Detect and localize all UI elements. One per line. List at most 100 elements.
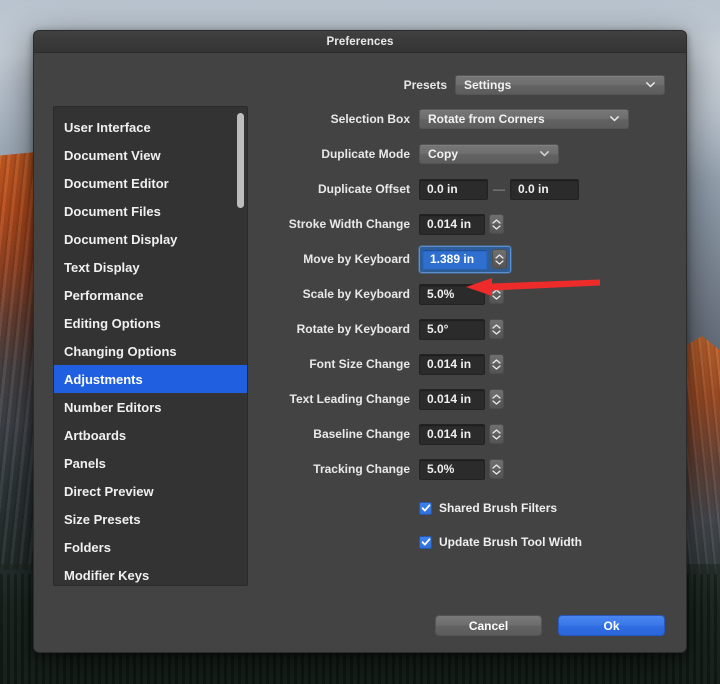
sidebar-item-document-editor[interactable]: Document Editor <box>54 169 247 197</box>
sidebar-item-text-display[interactable]: Text Display <box>54 253 247 281</box>
chevron-down-icon <box>492 470 501 475</box>
sidebar-item-folders[interactable]: Folders <box>54 533 247 561</box>
sidebar-item-number-editors[interactable]: Number Editors <box>54 393 247 421</box>
chevron-up-icon <box>492 324 501 329</box>
row-selection-box: Selection Box Rotate from Corners <box>268 106 665 132</box>
duplicate-offset-x-input[interactable]: 0.0 in <box>419 179 488 200</box>
chevron-down-icon <box>645 79 656 90</box>
selection-box-dropdown[interactable]: Rotate from Corners <box>419 109 629 129</box>
font-size-change-label: Font Size Change <box>268 357 410 371</box>
chevron-down-icon <box>492 225 501 230</box>
row-stroke-width-change: Stroke Width Change 0.014 in <box>268 211 665 237</box>
text-leading-change-label: Text Leading Change <box>268 392 410 406</box>
update-brush-tool-width-row[interactable]: Update Brush Tool Width <box>419 532 665 552</box>
chevron-down-icon <box>492 330 501 335</box>
selection-box-value: Rotate from Corners <box>428 112 545 126</box>
tracking-change-stepper[interactable] <box>489 459 504 479</box>
text-leading-change-stepper[interactable] <box>489 389 504 409</box>
row-move-by-keyboard: Move by Keyboard 1.389 in <box>268 246 665 272</box>
chevron-down-icon <box>609 113 620 124</box>
text-leading-change-input[interactable]: 0.014 in <box>419 389 485 410</box>
duplicate-offset-y-input[interactable]: 0.0 in <box>510 179 579 200</box>
sidebar-item-label: Folders <box>64 540 111 555</box>
stroke-width-change-stepper[interactable] <box>489 214 504 234</box>
presets-row: Presets Settings <box>34 75 686 95</box>
sidebar-item-modifier-keys[interactable]: Modifier Keys <box>54 561 247 586</box>
checkmark-icon <box>421 537 431 547</box>
sidebar-item-panels[interactable]: Panels <box>54 449 247 477</box>
rotate-by-keyboard-stepper[interactable] <box>489 319 504 339</box>
rotate-by-keyboard-input[interactable]: 5.0° <box>419 319 485 340</box>
shared-brush-filters-checkbox[interactable] <box>419 502 432 515</box>
ok-button[interactable]: Ok <box>558 615 665 636</box>
scale-by-keyboard-input[interactable]: 5.0% <box>419 284 485 305</box>
update-brush-tool-width-label: Update Brush Tool Width <box>439 535 582 549</box>
duplicate-mode-dropdown[interactable]: Copy <box>419 144 559 164</box>
baseline-change-value: 0.014 in <box>427 427 471 441</box>
selection-box-control: Rotate from Corners <box>419 109 629 129</box>
sidebar-item-document-files[interactable]: Document Files <box>54 197 247 225</box>
sidebar-item-direct-preview[interactable]: Direct Preview <box>54 477 247 505</box>
duplicate-mode-control: Copy <box>419 144 559 164</box>
sidebar-item-artboards[interactable]: Artboards <box>54 421 247 449</box>
chevron-down-icon <box>492 435 501 440</box>
duplicate-mode-label: Duplicate Mode <box>268 147 410 161</box>
sidebar-item-label: User Interface <box>64 120 151 135</box>
tracking-change-value: 5.0% <box>427 462 454 476</box>
row-baseline-change: Baseline Change 0.014 in <box>268 421 665 447</box>
offset-separator: — <box>488 182 510 196</box>
chevron-up-icon <box>492 429 501 434</box>
cancel-button-label: Cancel <box>469 619 508 633</box>
row-scale-by-keyboard: Scale by Keyboard 5.0% <box>268 281 665 307</box>
sidebar-item-document-display[interactable]: Document Display <box>54 225 247 253</box>
selection-box-label: Selection Box <box>268 112 410 126</box>
chevron-down-icon <box>492 295 501 300</box>
baseline-change-stepper[interactable] <box>489 424 504 444</box>
preferences-dialog: Preferences Presets Settings User Interf… <box>33 30 687 653</box>
scale-by-keyboard-label: Scale by Keyboard <box>268 287 410 301</box>
font-size-change-input[interactable]: 0.014 in <box>419 354 485 375</box>
desktop-background: Preferences Presets Settings User Interf… <box>0 0 720 684</box>
move-by-keyboard-control: 1.389 in <box>419 246 511 273</box>
sidebar-item-performance[interactable]: Performance <box>54 281 247 309</box>
sidebar-item-size-presets[interactable]: Size Presets <box>54 505 247 533</box>
chevron-up-icon <box>492 464 501 469</box>
cancel-button[interactable]: Cancel <box>435 615 542 636</box>
dialog-footer: Cancel Ok <box>34 615 686 636</box>
rotate-by-keyboard-value: 5.0° <box>427 322 448 336</box>
move-by-keyboard-stepper[interactable] <box>492 249 507 269</box>
row-duplicate-offset: Duplicate Offset 0.0 in — 0.0 in <box>268 176 665 202</box>
sidebar-scrollbar[interactable] <box>237 111 244 583</box>
preferences-category-list[interactable]: User Interface Document View Document Edit… <box>53 106 248 586</box>
rotate-by-keyboard-label: Rotate by Keyboard <box>268 322 410 336</box>
duplicate-offset-x-value: 0.0 in <box>427 182 458 196</box>
sidebar-item-user-interface[interactable]: User Interface <box>54 113 247 141</box>
scale-by-keyboard-stepper[interactable] <box>489 284 504 304</box>
sidebar-items: User Interface Document View Document Edit… <box>54 107 247 586</box>
scale-by-keyboard-value: 5.0% <box>427 287 454 301</box>
shared-brush-filters-row[interactable]: Shared Brush Filters <box>419 498 665 518</box>
stroke-width-change-input[interactable]: 0.014 in <box>419 214 485 235</box>
sidebar-scrollbar-thumb[interactable] <box>237 113 244 208</box>
sidebar-item-document-view[interactable]: Document View <box>54 141 247 169</box>
sidebar-item-label: Document Display <box>64 232 177 247</box>
chevron-up-icon <box>495 254 504 259</box>
stroke-width-change-label: Stroke Width Change <box>268 217 410 231</box>
update-brush-tool-width-checkbox[interactable] <box>419 536 432 549</box>
sidebar-item-label: Document Editor <box>64 176 169 191</box>
tracking-change-input[interactable]: 5.0% <box>419 459 485 480</box>
baseline-change-input[interactable]: 0.014 in <box>419 424 485 445</box>
rotate-by-keyboard-control: 5.0° <box>419 319 504 340</box>
scale-by-keyboard-control: 5.0% <box>419 284 504 305</box>
duplicate-mode-value: Copy <box>428 147 458 161</box>
move-by-keyboard-value: 1.389 in <box>430 252 474 266</box>
move-by-keyboard-input[interactable]: 1.389 in <box>422 249 488 270</box>
presets-dropdown[interactable]: Settings <box>455 75 665 95</box>
sidebar-item-changing-options[interactable]: Changing Options <box>54 337 247 365</box>
sidebar-item-editing-options[interactable]: Editing Options <box>54 309 247 337</box>
chevron-down-icon <box>495 260 504 265</box>
font-size-change-stepper[interactable] <box>489 354 504 374</box>
sidebar-item-adjustments[interactable]: Adjustments <box>54 365 247 393</box>
text-leading-change-control: 0.014 in <box>419 389 504 410</box>
row-rotate-by-keyboard: Rotate by Keyboard 5.0° <box>268 316 665 342</box>
